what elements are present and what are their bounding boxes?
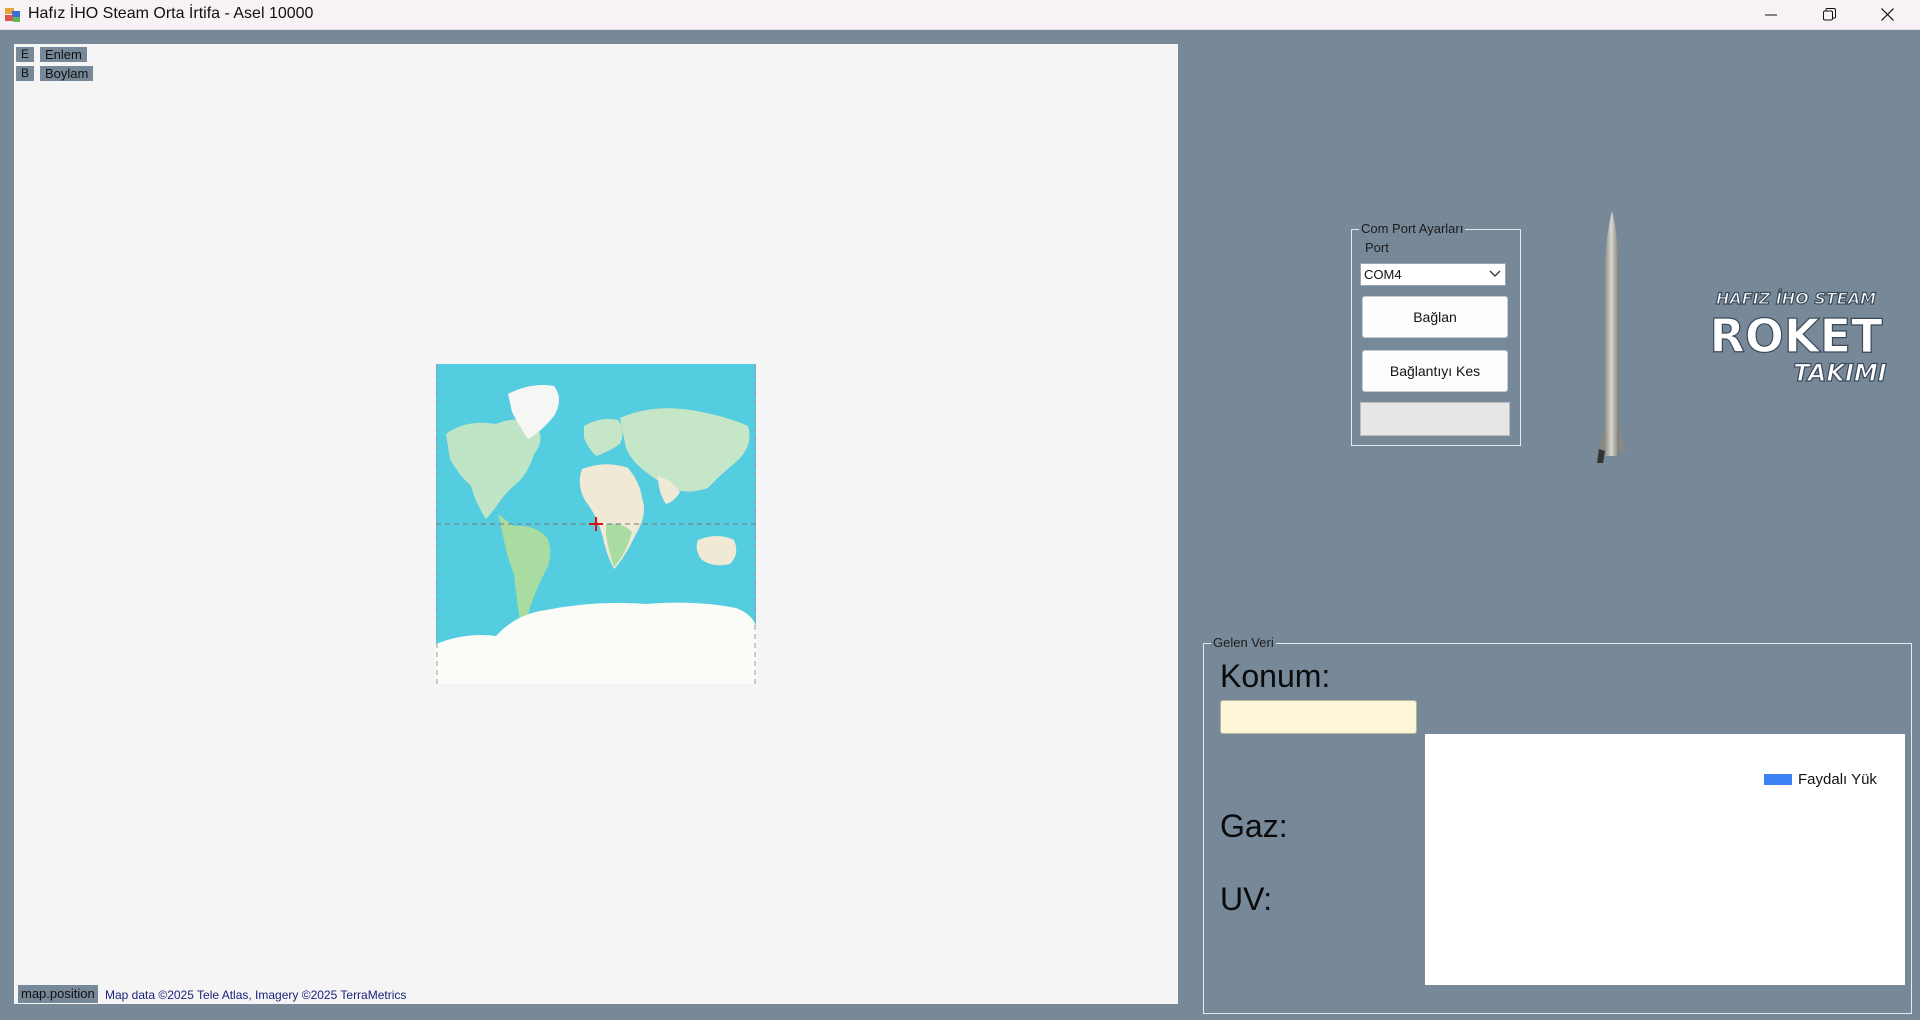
- close-button[interactable]: [1858, 0, 1916, 29]
- logo-line-1: HAFIZ İHO STEAM: [1716, 289, 1876, 308]
- port-select[interactable]: COM4: [1360, 263, 1506, 286]
- map-control[interactable]: E Enlem B Boylam map.position Map data ©…: [14, 44, 1178, 1004]
- payload-chart: Faydalı Yük: [1425, 734, 1905, 985]
- latitude-label: Enlem: [40, 46, 87, 62]
- minimize-icon: [1765, 14, 1777, 15]
- konum-field[interactable]: [1220, 700, 1417, 734]
- longitude-row: B Boylam: [16, 65, 94, 81]
- restore-icon: [1822, 8, 1836, 21]
- legend-entry: Faydalı Yük: [1798, 771, 1877, 788]
- window-title: Hafız İHO Steam Orta İrtifa - Asel 10000: [28, 5, 314, 22]
- connect-button[interactable]: Bağlan: [1362, 296, 1508, 338]
- rocket-image: [1597, 211, 1626, 463]
- chevron-down-icon: [1489, 270, 1501, 277]
- port-label: Port: [1365, 240, 1389, 255]
- longitude-key: B: [16, 65, 34, 81]
- longitude-label: Boylam: [40, 65, 94, 81]
- latitude-row: E Enlem: [16, 46, 87, 62]
- world-map-tile[interactable]: [436, 364, 756, 684]
- uv-label: UV:: [1220, 881, 1273, 917]
- close-icon: [1880, 8, 1894, 21]
- konum-label: Konum:: [1220, 658, 1331, 694]
- app-icon: [5, 8, 20, 22]
- restore-button[interactable]: [1800, 0, 1858, 29]
- minimize-button[interactable]: [1742, 0, 1800, 29]
- latitude-key: E: [16, 46, 34, 62]
- incoming-data-group-title: Gelen Veri: [1211, 635, 1276, 651]
- team-logo: HAFIZ İHO STEAM ROKET TAKIMI: [1709, 288, 1887, 387]
- com-port-group-title: Com Port Ayarları: [1359, 221, 1466, 237]
- title-bar: Hafız İHO Steam Orta İrtifa - Asel 10000: [0, 0, 1920, 30]
- logo-line-3: TAKIMI: [1793, 359, 1886, 387]
- logo-line-2: ROKET: [1710, 309, 1884, 363]
- gaz-label: Gaz:: [1220, 808, 1288, 844]
- port-select-value: COM4: [1364, 267, 1402, 282]
- com-port-group: Com Port Ayarları Port COM4 Bağlan Bağla…: [1351, 221, 1521, 446]
- disconnect-button[interactable]: Bağlantıyı Kes: [1362, 350, 1508, 392]
- map-attribution: Map data ©2025 Tele Atlas, Imagery ©2025…: [105, 988, 407, 1002]
- map-position-label: map.position: [18, 985, 98, 1003]
- connection-progress-bar: [1360, 402, 1510, 436]
- legend-swatch: [1764, 774, 1792, 785]
